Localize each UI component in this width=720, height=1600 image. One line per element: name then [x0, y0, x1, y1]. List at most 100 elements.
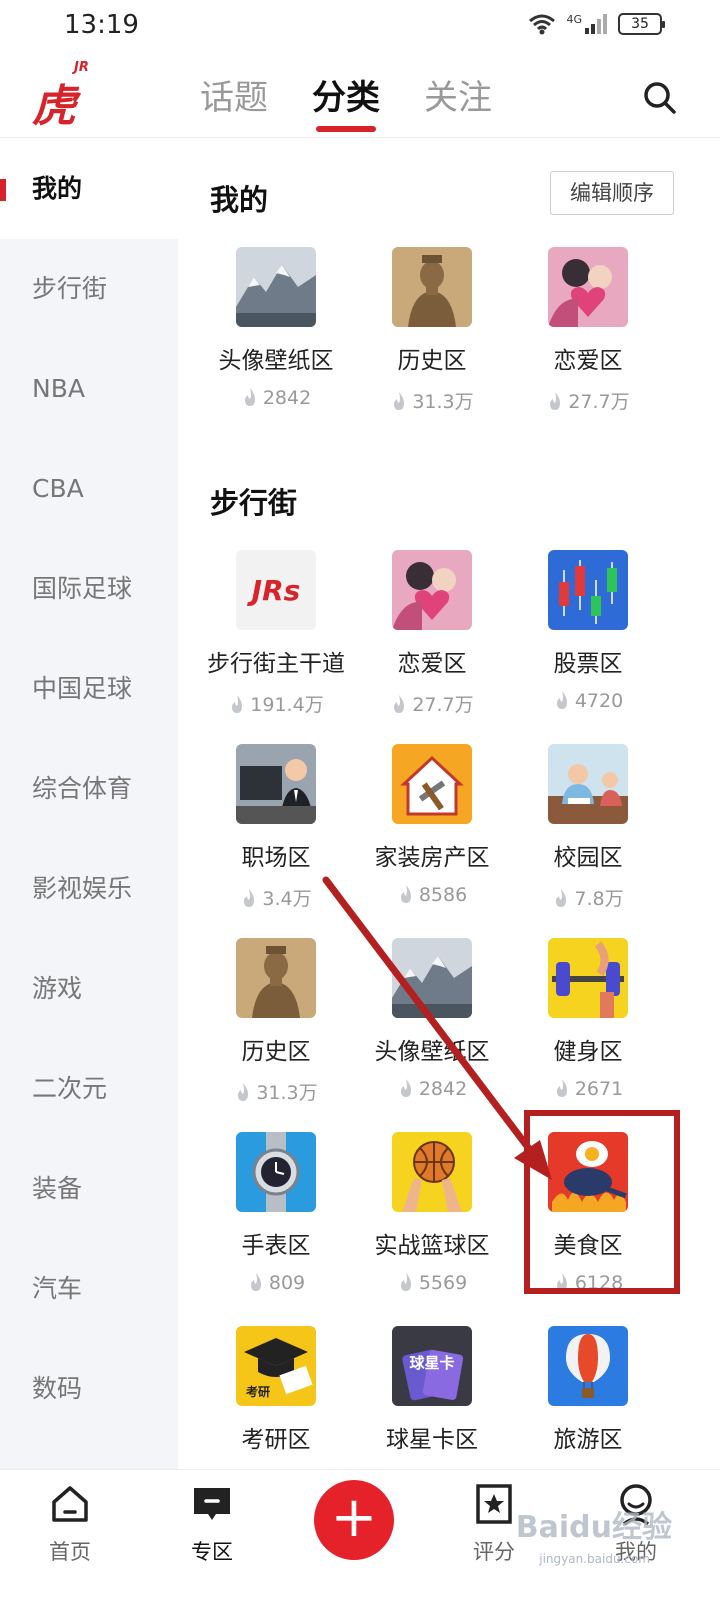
search-button[interactable]	[640, 78, 680, 118]
exam-thumbnail-icon: 考研	[236, 1326, 316, 1406]
rating-icon	[476, 1484, 512, 1524]
forum-name: 历史区	[241, 1039, 311, 1065]
forum-card-jrs[interactable]: JRs 步行街主干道 191.4万	[198, 550, 354, 719]
nav-home-label: 首页	[49, 1540, 91, 1564]
profile-icon	[620, 1484, 652, 1526]
forum-heat-value: 6128	[574, 1272, 624, 1294]
forum-heat-value: 2842	[418, 1078, 468, 1100]
jrs-thumbnail-icon: JRs	[236, 550, 316, 630]
forum-heat: 5569	[354, 1272, 510, 1297]
home-icon	[52, 1486, 88, 1522]
forum-heat: 31.3万	[198, 1078, 354, 1107]
wifi-icon	[529, 14, 556, 35]
flame-icon	[400, 1079, 411, 1097]
forum-card-house[interactable]: 家装房产区 8586	[354, 744, 510, 909]
forum-name: 头像壁纸区	[374, 1039, 490, 1065]
forum-heat-value: 2671	[574, 1078, 624, 1100]
forum-heat: 27.7万	[354, 690, 510, 719]
forum-name: 手表区	[241, 1233, 311, 1259]
nav-home[interactable]: 首页	[20, 1482, 120, 1566]
forum-card-stock[interactable]: 股票区 4720	[510, 550, 666, 715]
forum-card-terracotta[interactable]: 历史区 31.3万	[198, 938, 354, 1107]
sidebar-item-cars[interactable]: 汽车	[0, 1239, 178, 1339]
sidebar-item-sports[interactable]: 综合体育	[0, 739, 178, 839]
forum-heat: 8586	[354, 884, 510, 909]
nav-zone-label: 专区	[191, 1540, 233, 1564]
sidebar-item-acg[interactable]: 二次元	[0, 1039, 178, 1139]
nav-rating[interactable]: 评分	[444, 1482, 544, 1566]
tab-topics[interactable]: 话题	[200, 70, 268, 132]
sidebar-item-mine[interactable]: 我的	[0, 139, 178, 239]
office-thumbnail-icon	[236, 744, 316, 824]
forum-name: 健身区	[553, 1039, 623, 1065]
forum-heat: 2842	[354, 1078, 510, 1103]
forum-card-love[interactable]: 恋爱区 27.7万	[510, 247, 666, 416]
forum-heat: 3.4万	[198, 884, 354, 913]
category-content: 我的 编辑顺序 头像壁纸区 2842 历史区 31.3万 恋爱区 27.7万 步行街 JR…	[178, 139, 720, 1469]
app-logo: JR 虎扑	[32, 60, 108, 196]
forum-heat: 7.8万	[510, 884, 666, 913]
forum-name: 校园区	[553, 845, 623, 871]
flame-icon	[244, 388, 255, 406]
sidebar-item-games[interactable]: 游戏	[0, 939, 178, 1039]
forum-card-campus[interactable]: 校园区 7.8万	[510, 744, 666, 913]
forum-name: 头像壁纸区	[218, 348, 334, 374]
forum-card-fitness[interactable]: 健身区 2671	[510, 938, 666, 1103]
forum-heat-value: 27.7万	[568, 391, 630, 413]
forum-card-exam[interactable]: 考研 考研区	[198, 1326, 354, 1466]
forum-name: 球星卡区	[386, 1427, 478, 1453]
forum-name: 旅游区	[553, 1427, 623, 1453]
forum-name: 家装房产区	[374, 845, 490, 871]
forum-heat: 191.4万	[198, 690, 354, 719]
forum-heat-value: 8586	[418, 884, 468, 906]
forum-heat-value: 2842	[262, 387, 312, 409]
forum-card-love[interactable]: 恋爱区 27.7万	[354, 550, 510, 719]
tab-categories[interactable]: 分类	[312, 70, 380, 132]
edit-order-button[interactable]: 编辑顺序	[550, 171, 674, 215]
flame-icon	[232, 695, 243, 713]
forum-heat-value: 27.7万	[412, 694, 474, 716]
bottom-nav: 首页 专区 + 评分 我的	[0, 1469, 720, 1600]
forum-heat-value: 3.4万	[262, 888, 312, 910]
category-sidebar: 我的 步行街 NBA CBA 国际足球 中国足球 综合体育 影视娱乐 游戏 二次…	[0, 139, 178, 1469]
nav-profile[interactable]: 我的	[586, 1482, 686, 1566]
forum-name: 恋爱区	[553, 348, 623, 374]
status-icons: 4G 35	[528, 13, 665, 35]
forum-name: 历史区	[397, 348, 467, 374]
forum-card-terracotta[interactable]: 历史区 31.3万	[354, 247, 510, 416]
sidebar-item-cn-football[interactable]: 中国足球	[0, 639, 178, 739]
forum-card-mountain[interactable]: 头像壁纸区 2842	[354, 938, 510, 1103]
forum-card-cards[interactable]: 球星卡 球星卡区	[354, 1326, 510, 1466]
forum-name: 实战篮球区	[374, 1233, 490, 1259]
sidebar-item-cba[interactable]: CBA	[0, 439, 178, 539]
sidebar-item-street[interactable]: 步行街	[0, 239, 178, 339]
forum-card-basketball[interactable]: 实战篮球区 5569	[354, 1132, 510, 1297]
forum-name: 职场区	[241, 845, 311, 871]
forum-card-watch[interactable]: 手表区 809	[198, 1132, 354, 1297]
flame-icon	[556, 889, 567, 907]
nav-rating-label: 评分	[473, 1540, 515, 1564]
tab-following[interactable]: 关注	[424, 70, 492, 132]
forum-card-balloon[interactable]: 旅游区	[510, 1326, 666, 1466]
sidebar-item-nba[interactable]: NBA	[0, 339, 178, 439]
nav-zone[interactable]: 专区	[162, 1482, 262, 1566]
forum-card-office[interactable]: 职场区 3.4万	[198, 744, 354, 913]
sidebar-item-gear[interactable]: 装备	[0, 1139, 178, 1239]
sidebar-item-entertainment[interactable]: 影视娱乐	[0, 839, 178, 939]
sidebar-item-intl-football[interactable]: 国际足球	[0, 539, 178, 639]
post-button[interactable]: +	[314, 1480, 394, 1560]
fitness-thumbnail-icon	[548, 938, 628, 1018]
forum-heat-value: 7.8万	[574, 888, 624, 910]
basketball-thumbnail-icon	[392, 1132, 472, 1212]
forum-card-mountain[interactable]: 头像壁纸区 2842	[198, 247, 354, 412]
forum-card-food[interactable]: 美食区 6128	[510, 1132, 666, 1297]
sidebar-item-digital[interactable]: 数码	[0, 1339, 178, 1439]
battery-level: 35	[631, 16, 649, 32]
svg-text:考研: 考研	[246, 1384, 270, 1399]
zone-icon	[194, 1488, 230, 1520]
forum-name: 美食区	[553, 1233, 623, 1259]
terracotta-thumbnail-icon	[392, 247, 472, 327]
forum-name: 股票区	[553, 651, 623, 677]
forum-heat: 31.3万	[354, 387, 510, 416]
plus-icon: +	[330, 1485, 378, 1550]
